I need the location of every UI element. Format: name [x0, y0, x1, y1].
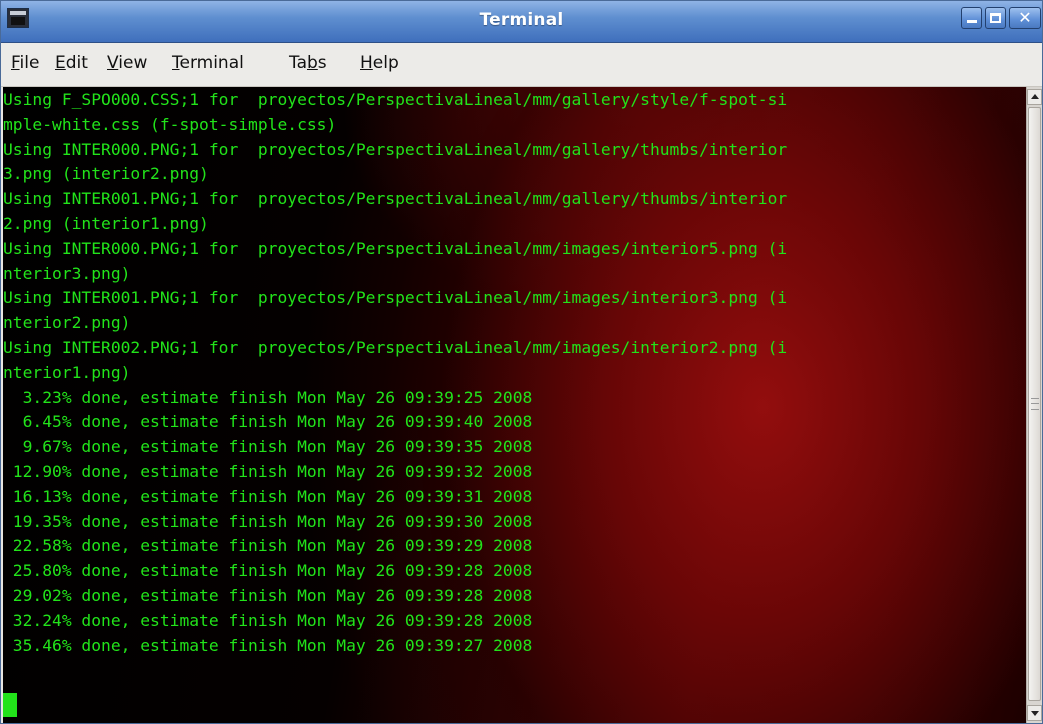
- menu-help[interactable]: Help: [360, 53, 399, 73]
- terminal-line: 9.67% done, estimate finish Mon May 26 0…: [3, 437, 533, 457]
- scroll-thumb[interactable]: [1028, 107, 1041, 701]
- terminal-line: Using INTER000.PNG;1 for proyectos/Persp…: [3, 139, 788, 159]
- terminal-line: 3.png (interior2.png): [3, 164, 209, 184]
- scroll-up-button[interactable]: [1027, 89, 1042, 105]
- menu-help-label-post: elp: [372, 53, 399, 73]
- terminal-line: 6.45% done, estimate finish Mon May 26 0…: [3, 412, 533, 432]
- terminal-line: mple-white.css (f-spot-simple.css): [3, 114, 337, 134]
- terminal-line: 35.46% done, estimate finish Mon May 26 …: [3, 635, 533, 655]
- maximize-icon: [990, 13, 1001, 23]
- terminal-lines: Using F_SPO000.CSS;1 for proyectos/Persp…: [3, 88, 787, 658]
- menu-tabs-label-pre: Ta: [289, 53, 307, 73]
- menu-edit-label-post: dit: [65, 53, 88, 73]
- terminal-line: nterior2.png): [3, 313, 131, 333]
- menu-terminal-label-post: erminal: [179, 53, 244, 73]
- menu-bar: File Edit View Terminal Tabs Help: [1, 43, 1042, 87]
- terminal-line: 32.24% done, estimate finish Mon May 26 …: [3, 610, 533, 630]
- terminal-output-area[interactable]: Using F_SPO000.CSS;1 for proyectos/Persp…: [3, 87, 1026, 723]
- minimize-icon: [967, 20, 977, 23]
- grip-icon: [1031, 398, 1039, 410]
- terminal-line: Using INTER000.PNG;1 for proyectos/Persp…: [3, 238, 788, 258]
- arrow-up-icon: [1031, 94, 1039, 99]
- menu-file[interactable]: File: [11, 53, 39, 73]
- menu-file-mnemonic: F: [11, 53, 20, 73]
- menu-edit-mnemonic: E: [55, 53, 66, 73]
- vertical-scrollbar[interactable]: [1026, 87, 1042, 723]
- menu-tabs-label-post: s: [317, 53, 327, 73]
- terminal-window: Terminal ✕ File Edit View Terminal Tabs …: [0, 0, 1043, 724]
- close-icon: ✕: [1018, 8, 1032, 27]
- terminal-line: 12.90% done, estimate finish Mon May 26 …: [3, 461, 533, 481]
- menu-file-label-post: ile: [19, 53, 40, 73]
- minimize-button[interactable]: [961, 7, 982, 29]
- menu-tabs-mnemonic: b: [307, 53, 318, 73]
- menu-terminal-mnemonic: T: [172, 53, 180, 73]
- arrow-down-icon: [1031, 711, 1039, 716]
- terminal-line: 22.58% done, estimate finish Mon May 26 …: [3, 536, 533, 556]
- scroll-down-button[interactable]: [1027, 705, 1042, 721]
- terminal-line: Using INTER001.PNG;1 for proyectos/Persp…: [3, 189, 788, 209]
- terminal-line: 29.02% done, estimate finish Mon May 26 …: [3, 585, 533, 605]
- title-bar[interactable]: Terminal ✕: [1, 1, 1042, 43]
- terminal-line: nterior1.png): [3, 362, 131, 382]
- menu-edit[interactable]: Edit: [55, 53, 88, 73]
- terminal-line: 2.png (interior1.png): [3, 213, 209, 233]
- terminal-line: Using INTER001.PNG;1 for proyectos/Persp…: [3, 288, 788, 308]
- terminal-line: 3.23% done, estimate finish Mon May 26 0…: [3, 387, 533, 407]
- menu-help-mnemonic: H: [360, 53, 373, 73]
- terminal-line: 25.80% done, estimate finish Mon May 26 …: [3, 561, 533, 581]
- terminal-cursor: [3, 693, 17, 717]
- terminal-line: Using F_SPO000.CSS;1 for proyectos/Persp…: [3, 90, 788, 109]
- terminal-line: Using INTER002.PNG;1 for proyectos/Persp…: [3, 337, 788, 357]
- menu-tabs[interactable]: Tabs: [289, 53, 327, 73]
- close-button[interactable]: ✕: [1009, 7, 1041, 29]
- menu-view-mnemonic: V: [107, 53, 119, 73]
- terminal-line: 19.35% done, estimate finish Mon May 26 …: [3, 511, 533, 531]
- terminal-line: nterior3.png): [3, 263, 131, 283]
- menu-terminal[interactable]: Terminal: [172, 53, 244, 73]
- maximize-button[interactable]: [985, 7, 1006, 29]
- window-title: Terminal: [479, 10, 564, 30]
- terminal-line: 16.13% done, estimate finish Mon May 26 …: [3, 486, 533, 506]
- menu-view[interactable]: View: [107, 53, 147, 73]
- menu-view-label-post: iew: [118, 53, 148, 73]
